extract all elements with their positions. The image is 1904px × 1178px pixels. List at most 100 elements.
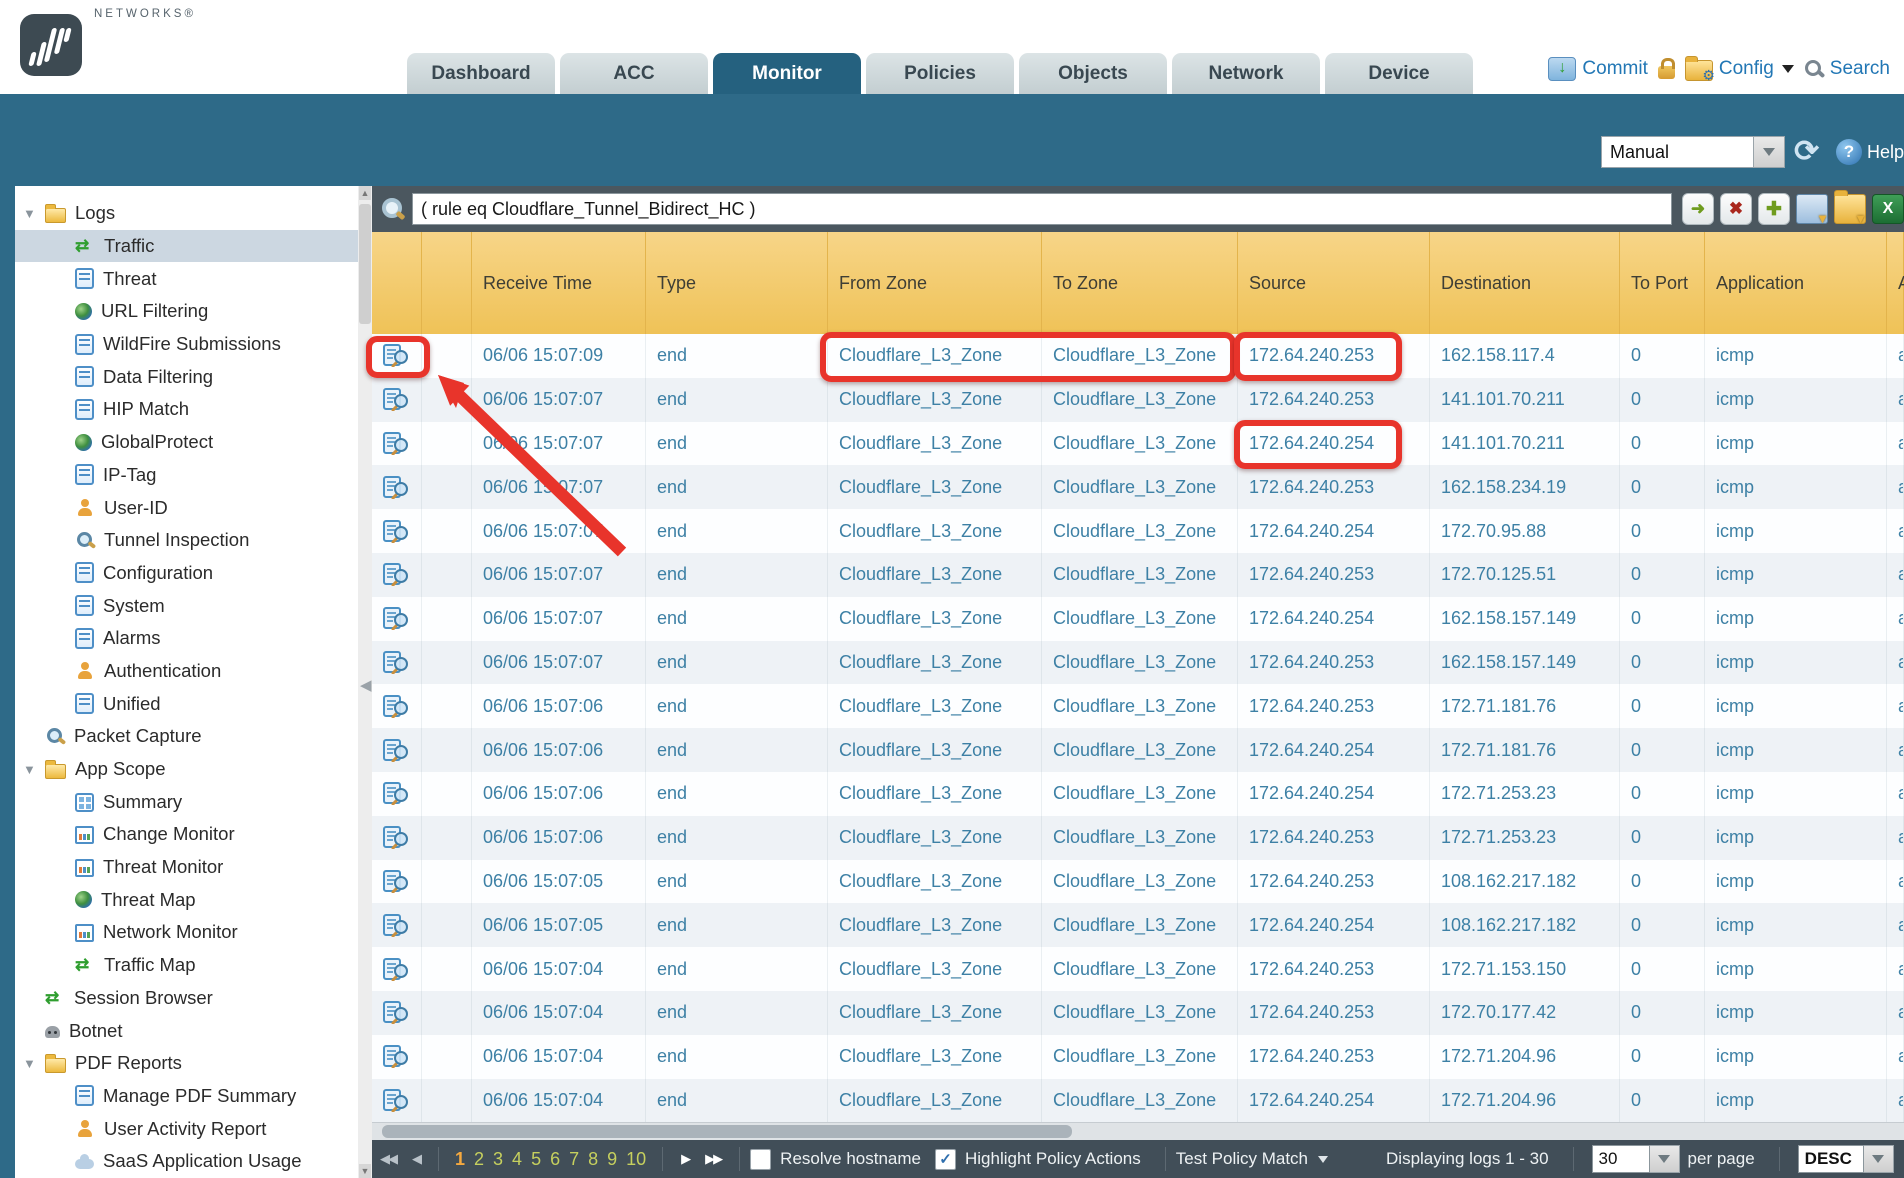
log-detail-icon[interactable] <box>372 651 421 674</box>
page-number-2[interactable]: 2 <box>474 1149 484 1170</box>
apply-filter-button[interactable]: ➜ <box>1682 193 1714 225</box>
per-page-select[interactable]: 30 <box>1592 1145 1680 1173</box>
cell-destination[interactable]: 162.158.157.149 <box>1430 641 1620 685</box>
page-number-6[interactable]: 6 <box>550 1149 560 1170</box>
cell-destination[interactable]: 141.101.70.211 <box>1430 422 1620 466</box>
cell-destination[interactable]: 172.71.204.96 <box>1430 1035 1620 1079</box>
cell-application[interactable]: icmp <box>1705 728 1887 772</box>
log-detail-icon[interactable] <box>372 739 421 762</box>
cell-source[interactable]: 172.64.240.253 <box>1238 465 1430 509</box>
sidebar-item-botnet[interactable]: Botnet <box>15 1014 358 1047</box>
cell-application[interactable]: icmp <box>1705 641 1887 685</box>
page-number-3[interactable]: 3 <box>493 1149 503 1170</box>
tab-dashboard[interactable]: Dashboard <box>407 53 555 94</box>
cell-to_zone[interactable]: Cloudflare_L3_Zone <box>1042 991 1238 1035</box>
cell-to_zone[interactable]: Cloudflare_L3_Zone <box>1042 465 1238 509</box>
log-detail-icon[interactable] <box>372 1045 421 1068</box>
cell-from_zone[interactable]: Cloudflare_L3_Zone <box>828 641 1042 685</box>
per-page-dropdown-button[interactable] <box>1650 1145 1680 1173</box>
expander-icon[interactable]: ▼ <box>23 1056 36 1071</box>
sidebar-item-session-browser[interactable]: Session Browser <box>15 982 358 1015</box>
horizontal-scrollbar[interactable] <box>372 1122 1904 1140</box>
resolve-hostname-checkbox[interactable] <box>750 1149 771 1170</box>
cell-application[interactable]: icmp <box>1705 1035 1887 1079</box>
cell-to_zone[interactable]: Cloudflare_L3_Zone <box>1042 597 1238 641</box>
cell-to_zone[interactable]: Cloudflare_L3_Zone <box>1042 684 1238 728</box>
cell-application[interactable]: icmp <box>1705 553 1887 597</box>
column-header-to_zone[interactable]: To Zone <box>1042 232 1238 334</box>
column-header-spacer[interactable] <box>422 232 472 334</box>
cell-application[interactable]: icmp <box>1705 465 1887 509</box>
sidebar-item-traffic-map[interactable]: Traffic Map <box>15 949 358 982</box>
cell-application[interactable]: icmp <box>1705 684 1887 728</box>
lock-icon[interactable] <box>1658 66 1675 79</box>
sidebar-item-pdf-reports[interactable]: ▼PDF Reports <box>15 1047 358 1080</box>
sidebar-item-ip-tag[interactable]: IP-Tag <box>15 459 358 492</box>
column-header-extra[interactable]: A <box>1887 232 1904 334</box>
cell-from_zone[interactable]: Cloudflare_L3_Zone <box>828 991 1042 1035</box>
sidebar-item-authentication[interactable]: Authentication <box>15 655 358 688</box>
cell-application[interactable]: icmp <box>1705 816 1887 860</box>
sidebar-item-data-filtering[interactable]: Data Filtering <box>15 360 358 393</box>
sort-order-dropdown-button[interactable] <box>1864 1145 1894 1173</box>
sidebar-item-traffic[interactable]: Traffic <box>15 230 358 263</box>
cell-to_zone[interactable]: Cloudflare_L3_Zone <box>1042 772 1238 816</box>
cell-source[interactable]: 172.64.240.253 <box>1238 816 1430 860</box>
cell-to_zone[interactable]: Cloudflare_L3_Zone <box>1042 509 1238 553</box>
cell-application[interactable]: icmp <box>1705 947 1887 991</box>
cell-destination[interactable]: 172.71.181.76 <box>1430 684 1620 728</box>
cell-from_zone[interactable]: Cloudflare_L3_Zone <box>828 684 1042 728</box>
sidebar-item-tunnel-inspection[interactable]: Tunnel Inspection <box>15 524 358 557</box>
tab-monitor[interactable]: Monitor <box>713 53 861 94</box>
cell-to_zone[interactable]: Cloudflare_L3_Zone <box>1042 641 1238 685</box>
cell-to_zone[interactable]: Cloudflare_L3_Zone <box>1042 947 1238 991</box>
cell-from_zone[interactable]: Cloudflare_L3_Zone <box>828 334 1042 378</box>
cell-from_zone[interactable]: Cloudflare_L3_Zone <box>828 947 1042 991</box>
page-number-4[interactable]: 4 <box>512 1149 522 1170</box>
log-detail-icon[interactable] <box>372 432 421 455</box>
last-page-icon[interactable]: ▶▶ <box>705 1151 721 1167</box>
cell-application[interactable]: icmp <box>1705 597 1887 641</box>
log-detail-icon[interactable] <box>372 695 421 718</box>
clear-filter-button[interactable]: ✖ <box>1720 193 1752 225</box>
cell-application[interactable]: icmp <box>1705 509 1887 553</box>
cell-destination[interactable]: 108.162.217.182 <box>1430 903 1620 947</box>
cell-to_zone[interactable]: Cloudflare_L3_Zone <box>1042 378 1238 422</box>
log-detail-icon[interactable] <box>372 1089 421 1112</box>
tab-device[interactable]: Device <box>1325 53 1473 94</box>
cell-source[interactable]: 172.64.240.254 <box>1238 772 1430 816</box>
cell-source[interactable]: 172.64.240.253 <box>1238 860 1430 904</box>
cell-to_zone[interactable]: Cloudflare_L3_Zone <box>1042 553 1238 597</box>
cell-from_zone[interactable]: Cloudflare_L3_Zone <box>828 509 1042 553</box>
page-number-5[interactable]: 5 <box>531 1149 541 1170</box>
next-page-icon[interactable]: ▶ <box>681 1151 689 1167</box>
tab-acc[interactable]: ACC <box>560 53 708 94</box>
cell-from_zone[interactable]: Cloudflare_L3_Zone <box>828 1079 1042 1123</box>
cell-from_zone[interactable]: Cloudflare_L3_Zone <box>828 422 1042 466</box>
export-csv-icon[interactable]: X <box>1872 194 1904 224</box>
cell-destination[interactable]: 162.158.117.4 <box>1430 334 1620 378</box>
sidebar-item-wildfire-submissions[interactable]: WildFire Submissions <box>15 328 358 361</box>
cell-destination[interactable]: 162.158.157.149 <box>1430 597 1620 641</box>
cell-source[interactable]: 172.64.240.253 <box>1238 378 1430 422</box>
cell-source[interactable]: 172.64.240.254 <box>1238 597 1430 641</box>
sidebar-item-user-id[interactable]: User-ID <box>15 491 358 524</box>
cell-destination[interactable]: 172.71.253.23 <box>1430 772 1620 816</box>
column-header-application[interactable]: Application <box>1705 232 1887 334</box>
log-detail-icon[interactable] <box>372 520 421 543</box>
column-header-detail[interactable] <box>372 232 422 334</box>
cell-destination[interactable]: 162.158.234.19 <box>1430 465 1620 509</box>
cell-application[interactable]: icmp <box>1705 378 1887 422</box>
cell-source[interactable]: 172.64.240.253 <box>1238 553 1430 597</box>
cell-application[interactable]: icmp <box>1705 422 1887 466</box>
sidebar-item-threat[interactable]: Threat <box>15 262 358 295</box>
cell-source[interactable]: 172.64.240.253 <box>1238 991 1430 1035</box>
cell-destination[interactable]: 172.70.177.42 <box>1430 991 1620 1035</box>
cell-application[interactable]: icmp <box>1705 334 1887 378</box>
filter-builder-icon[interactable] <box>1796 194 1828 224</box>
refresh-mode-dropdown-button[interactable] <box>1754 136 1785 168</box>
log-detail-icon[interactable] <box>372 563 421 586</box>
cell-from_zone[interactable]: Cloudflare_L3_Zone <box>828 378 1042 422</box>
add-filter-button[interactable]: ✚ <box>1758 193 1790 225</box>
cell-source[interactable]: 172.64.240.254 <box>1238 422 1430 466</box>
